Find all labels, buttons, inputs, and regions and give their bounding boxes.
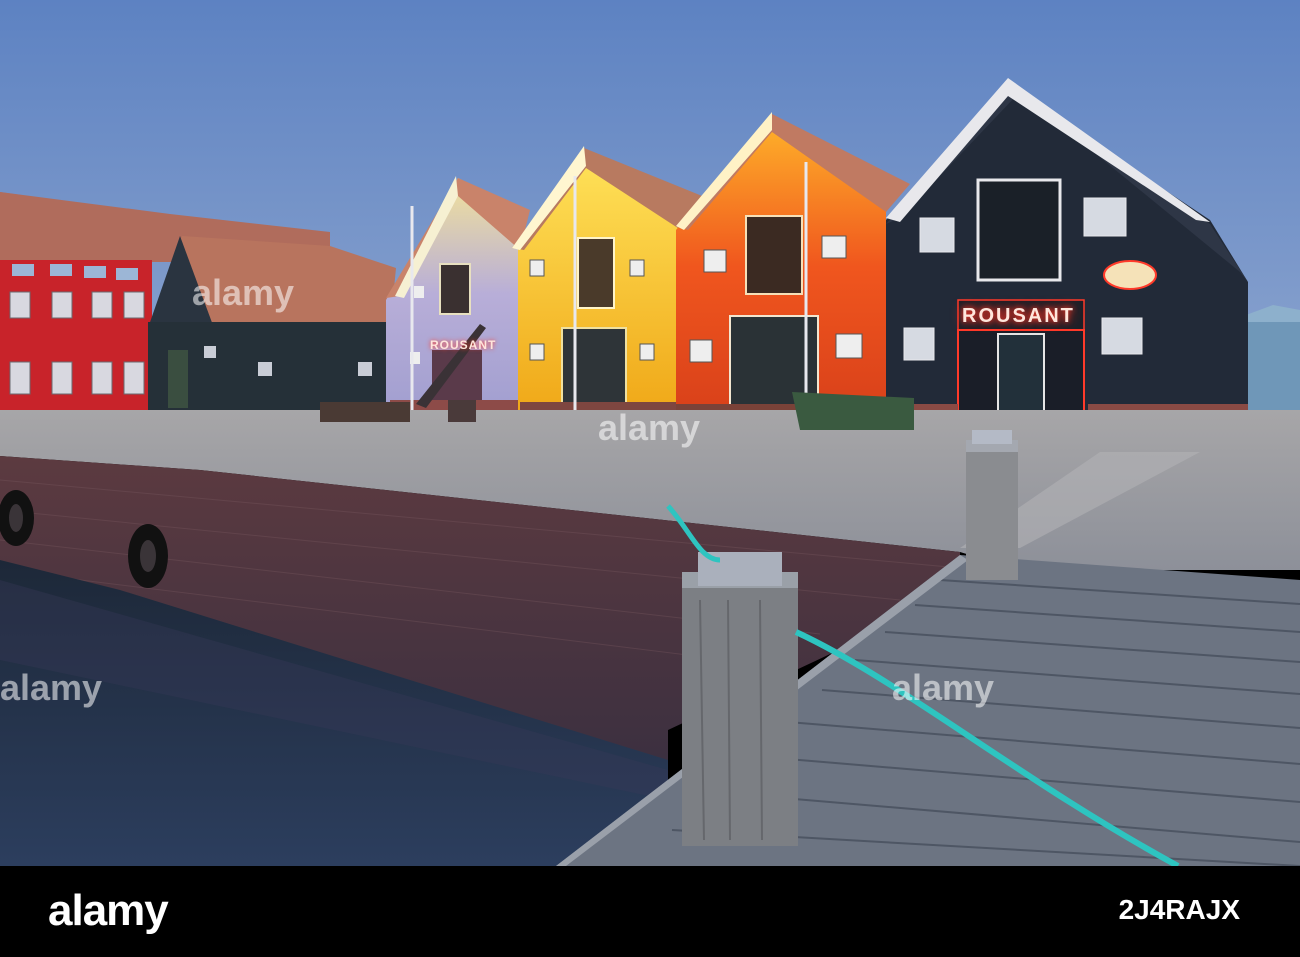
dark-warehouse: [148, 236, 396, 410]
image-id: 2J4RAJX: [1118, 894, 1240, 925]
rousant-neon-sign-small: ROUSANT: [430, 338, 497, 352]
blue-shed: [1246, 315, 1300, 410]
rousant-neon-sign: ROUSANT: [962, 305, 1075, 327]
boat-hull: [792, 392, 914, 430]
wooden-post: [966, 430, 1018, 580]
svg-text:alamy: alamy: [892, 667, 994, 708]
harbour-scene: alamy alamy alamy alamy: [0, 0, 1300, 866]
svg-text:alamy: alamy: [0, 667, 102, 708]
alamy-logo: alamy: [48, 886, 169, 935]
svg-text:alamy: alamy: [598, 407, 700, 448]
wooden-post: [682, 552, 798, 846]
svg-text:alamy: alamy: [192, 272, 294, 313]
footer-bar: alamy 2J4RAJX: [0, 866, 1300, 957]
